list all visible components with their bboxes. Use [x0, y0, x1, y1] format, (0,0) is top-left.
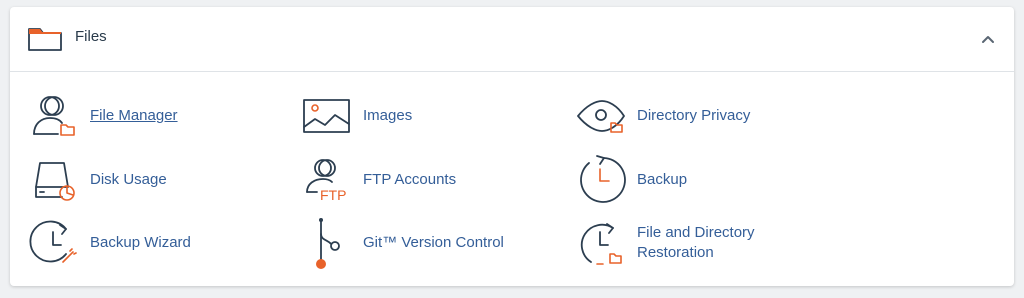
panel-header[interactable]: Files: [10, 7, 1014, 72]
images-icon: [303, 91, 353, 141]
backup-wizard-link[interactable]: Backup Wizard: [29, 218, 270, 268]
files-panel: Files File Manager Images Directory Priv…: [10, 7, 1014, 286]
disk-usage-icon: [30, 155, 80, 205]
file-manager-label[interactable]: File Manager: [90, 106, 178, 126]
directory-privacy-link[interactable]: Directory Privacy: [577, 91, 837, 141]
chevron-up-icon[interactable]: [978, 29, 998, 49]
ftp-accounts-label[interactable]: FTP Accounts: [363, 170, 456, 190]
file-restoration-icon: [577, 218, 627, 268]
ftp-icon-text: FTP: [320, 187, 346, 203]
disk-usage-label[interactable]: Disk Usage: [90, 170, 167, 190]
file-manager-icon: [30, 91, 80, 141]
backup-wizard-label[interactable]: Backup Wizard: [90, 233, 191, 253]
file-restoration-link[interactable]: File and Directory Restoration: [577, 218, 837, 268]
backup-label[interactable]: Backup: [637, 170, 687, 190]
folder-icon: [28, 26, 62, 52]
directory-privacy-icon: [577, 91, 627, 141]
git-version-control-icon: [303, 218, 353, 269]
file-restoration-label[interactable]: File and Directory Restoration: [637, 223, 787, 263]
panel-title: Files: [75, 28, 107, 45]
backup-link[interactable]: Backup: [577, 155, 817, 205]
images-link[interactable]: Images: [303, 91, 543, 141]
ftp-accounts-icon: FTP: [303, 155, 353, 205]
ftp-accounts-link[interactable]: FTP FTP Accounts: [303, 155, 543, 205]
backup-wizard-icon: [29, 218, 80, 268]
directory-privacy-label[interactable]: Directory Privacy: [637, 106, 750, 126]
git-version-control-label[interactable]: Git™ Version Control: [363, 233, 504, 253]
disk-usage-link[interactable]: Disk Usage: [30, 155, 270, 205]
backup-icon: [577, 155, 627, 205]
images-label[interactable]: Images: [363, 106, 412, 126]
git-version-control-link[interactable]: Git™ Version Control: [303, 218, 543, 269]
file-manager-link[interactable]: File Manager: [30, 91, 270, 141]
